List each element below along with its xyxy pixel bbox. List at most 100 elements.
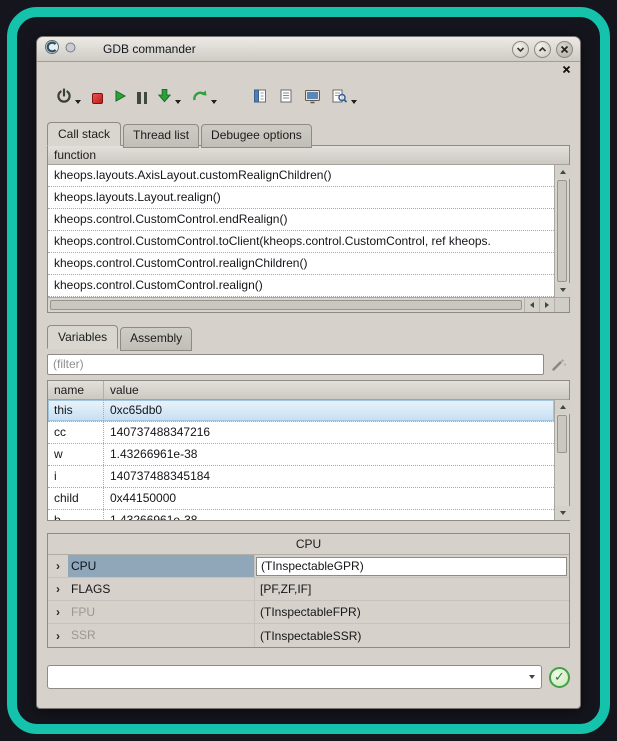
- variable-value: 0x44150000: [104, 488, 554, 509]
- variable-value: 1.43266961e-38: [104, 510, 554, 520]
- variable-name: w: [48, 444, 104, 465]
- variable-row[interactable]: w 1.43266961e-38: [48, 444, 554, 466]
- combobox-dropdown-icon[interactable]: [523, 666, 541, 688]
- continue-curved-arrow-icon: [192, 88, 208, 109]
- tab-variables[interactable]: Variables: [47, 325, 118, 349]
- register-value-field[interactable]: (TInspectableGPR): [256, 557, 567, 576]
- desktop-background: { "window": { "title": "GDB commander" }…: [0, 0, 617, 741]
- dock-close-button[interactable]: [562, 61, 571, 79]
- list-button[interactable]: [276, 86, 296, 110]
- cpu-row[interactable]: › FPU (TInspectableFPR): [48, 601, 569, 624]
- expand-chevron-icon[interactable]: ›: [48, 624, 68, 647]
- register-group-value: (TInspectableFPR): [254, 601, 569, 623]
- callstack-row[interactable]: kheops.control.CustomControl.realign(): [48, 275, 554, 297]
- power-dropdown-icon[interactable]: [75, 100, 81, 104]
- variable-row[interactable]: b 1.43266961e-38: [48, 510, 554, 520]
- close-window-button[interactable]: [556, 41, 573, 58]
- callstack-row[interactable]: kheops.control.CustomControl.realignChil…: [48, 253, 554, 275]
- scroll-up-icon[interactable]: [555, 165, 570, 179]
- titlebar[interactable]: GDB commander: [37, 37, 580, 62]
- column-header-name[interactable]: name: [48, 381, 104, 399]
- expand-chevron-icon[interactable]: ›: [48, 601, 68, 623]
- monitor-button[interactable]: [302, 86, 323, 110]
- confirm-button[interactable]: ✓: [549, 667, 570, 688]
- expand-chevron-icon[interactable]: ›: [48, 578, 68, 600]
- continue-dropdown-icon[interactable]: [211, 100, 217, 104]
- callstack-vertical-scrollbar[interactable]: [554, 165, 569, 297]
- scroll-down-icon[interactable]: [555, 283, 570, 297]
- callstack-panel: function kheops.layouts.AxisLayout.custo…: [47, 145, 570, 313]
- register-group-name[interactable]: CPU: [68, 555, 254, 577]
- register-group-name[interactable]: FLAGS: [68, 578, 254, 600]
- app-icon: [44, 39, 60, 60]
- cpu-row[interactable]: › SSR (TInspectableSSR): [48, 624, 569, 647]
- continue-button[interactable]: [190, 86, 220, 110]
- report-button[interactable]: [250, 86, 270, 110]
- variables-vertical-scrollbar[interactable]: [554, 400, 569, 520]
- step-dropdown-icon[interactable]: [175, 100, 181, 104]
- column-header-value[interactable]: value: [104, 381, 145, 399]
- register-group-name[interactable]: FPU: [68, 601, 254, 623]
- variable-name: b: [48, 510, 104, 520]
- titlebar-menu-icon[interactable]: [65, 40, 76, 58]
- command-combobox[interactable]: [47, 665, 542, 689]
- callstack-header-row: function: [48, 146, 569, 165]
- scroll-down-icon[interactable]: [555, 506, 570, 520]
- callstack-list: kheops.layouts.AxisLayout.customRealignC…: [48, 165, 554, 297]
- stop-button[interactable]: [90, 86, 105, 110]
- play-icon: [113, 89, 127, 108]
- scrollbar-thumb[interactable]: [50, 300, 522, 310]
- tab-thread-list[interactable]: Thread list: [123, 124, 199, 148]
- cpu-panel: CPU › CPU (TInspectableGPR) › FLAGS [PF,…: [47, 533, 570, 648]
- monitor-icon: [304, 88, 321, 109]
- variable-row[interactable]: child 0x44150000: [48, 488, 554, 510]
- scroll-right-icon[interactable]: [539, 298, 554, 312]
- column-header-function[interactable]: function: [48, 146, 102, 164]
- cpu-row[interactable]: › CPU (TInspectableGPR): [48, 555, 569, 578]
- scrollbar-track[interactable]: [555, 454, 569, 506]
- power-button[interactable]: [54, 86, 84, 110]
- run-button[interactable]: [111, 86, 129, 110]
- callstack-row[interactable]: kheops.layouts.Layout.realign(): [48, 187, 554, 209]
- variable-row[interactable]: i 140737488345184: [48, 466, 554, 488]
- inspector-tabbar: Variables Assembly: [47, 325, 580, 348]
- unshade-button[interactable]: [534, 41, 551, 58]
- variables-list: this 0xc65db0 cc 140737488347216 w 1.432…: [48, 400, 554, 520]
- register-group-name[interactable]: SSR: [68, 624, 254, 647]
- command-bar: ✓: [47, 665, 570, 689]
- variable-name: this: [48, 400, 104, 421]
- filter-input[interactable]: [47, 354, 544, 375]
- step-button[interactable]: [155, 86, 184, 110]
- dock-header: [37, 62, 580, 78]
- expand-chevron-icon[interactable]: ›: [48, 555, 68, 577]
- callstack-row[interactable]: kheops.layouts.AxisLayout.customRealignC…: [48, 165, 554, 187]
- scroll-left-icon[interactable]: [524, 298, 539, 312]
- book-page-icon: [252, 88, 268, 109]
- callstack-row[interactable]: kheops.control.CustomControl.toClient(kh…: [48, 231, 554, 253]
- scrollbar-corner: [554, 298, 569, 312]
- variable-row[interactable]: this 0xc65db0: [48, 400, 554, 422]
- scroll-up-icon[interactable]: [555, 400, 570, 414]
- find-dropdown-icon[interactable]: [351, 100, 357, 104]
- cpu-row[interactable]: › FLAGS [PF,ZF,IF]: [48, 578, 569, 601]
- callstack-horizontal-scrollbar[interactable]: [48, 297, 569, 312]
- scrollbar-thumb[interactable]: [557, 180, 567, 282]
- variables-header-row: name value: [48, 381, 569, 400]
- power-icon: [56, 88, 72, 109]
- variable-name: i: [48, 466, 104, 487]
- find-button[interactable]: [329, 86, 360, 110]
- shade-button[interactable]: [512, 41, 529, 58]
- filter-wand-icon[interactable]: [548, 353, 570, 375]
- scrollbar-thumb[interactable]: [557, 415, 567, 453]
- gdb-commander-window: GDB commander: [36, 36, 581, 709]
- tab-debugee-options[interactable]: Debugee options: [201, 124, 312, 148]
- find-magnifier-icon: [331, 88, 348, 109]
- callstack-row[interactable]: kheops.control.CustomControl.endRealign(…: [48, 209, 554, 231]
- pause-button[interactable]: [135, 86, 149, 110]
- variable-value: 140737488345184: [104, 466, 554, 487]
- variable-row[interactable]: cc 140737488347216: [48, 422, 554, 444]
- command-input[interactable]: [48, 670, 523, 684]
- tab-assembly[interactable]: Assembly: [120, 327, 192, 351]
- callstack-tabbar: Call stack Thread list Debugee options: [47, 122, 580, 145]
- tab-call-stack[interactable]: Call stack: [47, 122, 121, 146]
